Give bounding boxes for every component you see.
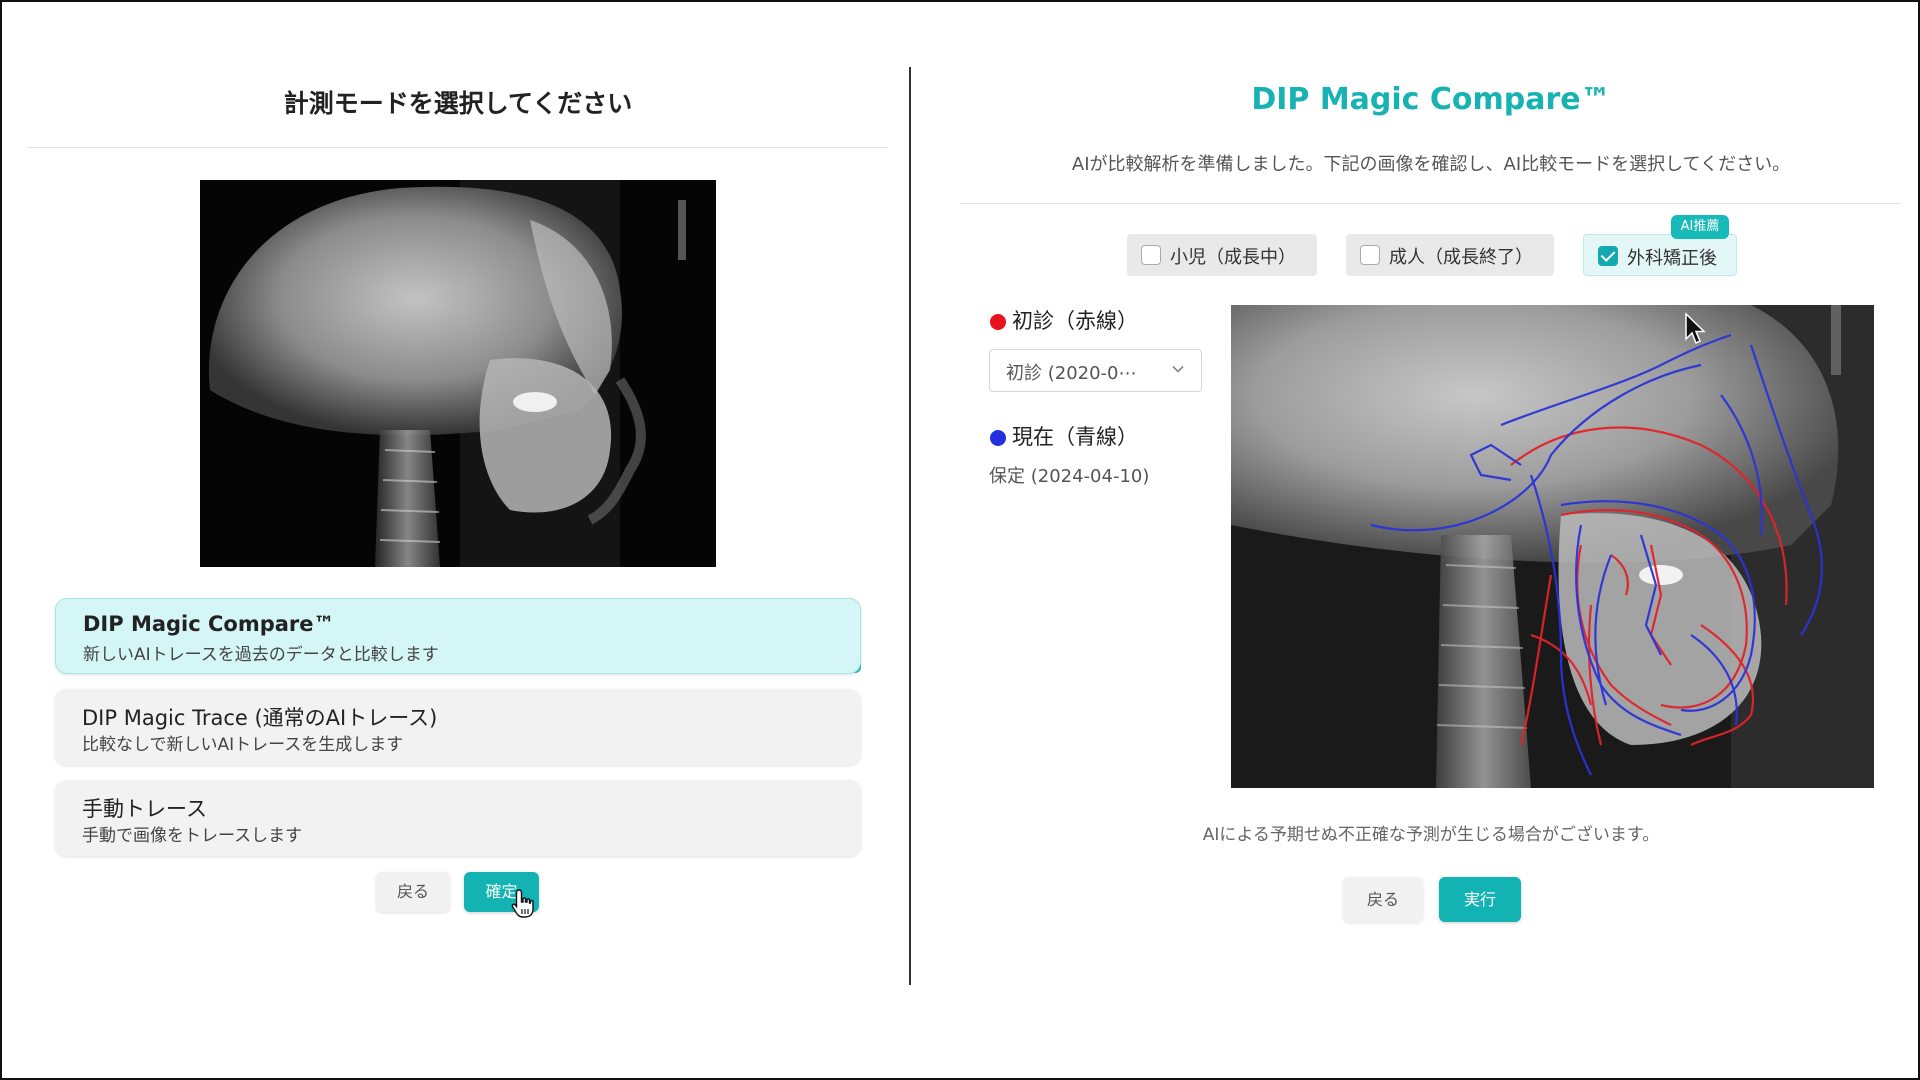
- option-label: 外科矯正後: [1627, 248, 1717, 269]
- title-divider: [28, 147, 888, 148]
- mode-option-subtitle: 比較なしで新しいAIトレースを生成します: [82, 735, 404, 755]
- mode-option-magic-compare[interactable]: DIP Magic Compare™ 新しいAIトレースを過去のデータと比較しま…: [55, 598, 861, 674]
- comparison-xray-image: [1231, 305, 1874, 788]
- option-adult-grown[interactable]: 成人（成長終了）: [1346, 234, 1554, 276]
- title-divider: [960, 203, 1900, 204]
- hand-cursor-icon: [511, 889, 534, 918]
- initial-label: 初診（赤線）: [1012, 309, 1138, 333]
- back-button[interactable]: 戻る: [1343, 877, 1423, 922]
- arrow-cursor-icon: [1685, 312, 1706, 345]
- mode-option-title: DIP Magic Compare™: [83, 612, 335, 636]
- mode-option-title: DIP Magic Trace (通常のAIトレース): [82, 706, 438, 730]
- initial-date-select[interactable]: 初診 (2020-0⋯: [989, 349, 1202, 392]
- mode-option-subtitle: 新しいAIトレースを過去のデータと比較します: [83, 645, 439, 665]
- current-date: 保定 (2024-04-10): [989, 466, 1150, 487]
- option-child-growing[interactable]: 小児（成長中）: [1127, 234, 1317, 276]
- back-button[interactable]: 戻る: [376, 872, 450, 912]
- compare-instructions: AIが比較解析を準備しました。下記の画像を確認し、AI比較モードを選択してくださ…: [1071, 154, 1791, 175]
- checkbox[interactable]: [1360, 245, 1380, 265]
- mode-option-subtitle: 手動で画像をトレースします: [82, 826, 303, 846]
- run-button[interactable]: 実行: [1439, 877, 1521, 922]
- option-label: 成人（成長終了）: [1389, 247, 1533, 268]
- checkbox[interactable]: [1141, 245, 1161, 265]
- ai-disclaimer: AIによる予期せぬ不正確な予測が生じる場合がございます。: [1202, 825, 1660, 845]
- mode-option-manual-trace[interactable]: 手動トレース 手動で画像をトレースします: [55, 780, 861, 856]
- chevron-down-icon: [1172, 365, 1184, 373]
- cephalometric-xray-image: [200, 180, 716, 567]
- panel-divider: [909, 67, 911, 985]
- option-label: 小児（成長中）: [1170, 247, 1296, 268]
- option-post-surgical[interactable]: 外科矯正後: [1583, 234, 1737, 276]
- mode-option-title: 手動トレース: [82, 797, 207, 821]
- select-value: 初診 (2020-0⋯: [1006, 363, 1137, 384]
- page-title: 計測モードを選択してください: [283, 89, 633, 118]
- initial-red-dot-icon: [990, 314, 1006, 330]
- current-label: 現在（青線）: [1012, 425, 1138, 449]
- mode-option-magic-trace[interactable]: DIP Magic Trace (通常のAIトレース) 比較なしで新しいAIトレ…: [55, 689, 861, 765]
- checkbox-checked[interactable]: [1598, 246, 1618, 266]
- current-blue-dot-icon: [990, 430, 1006, 446]
- mode-select-panel: 計測モードを選択してください DIP Magic Compare™ 新しいAIト…: [28, 60, 888, 960]
- compare-title: DIP Magic Compare™: [1251, 82, 1611, 117]
- ai-recommended-badge: AI推薦: [1671, 215, 1729, 239]
